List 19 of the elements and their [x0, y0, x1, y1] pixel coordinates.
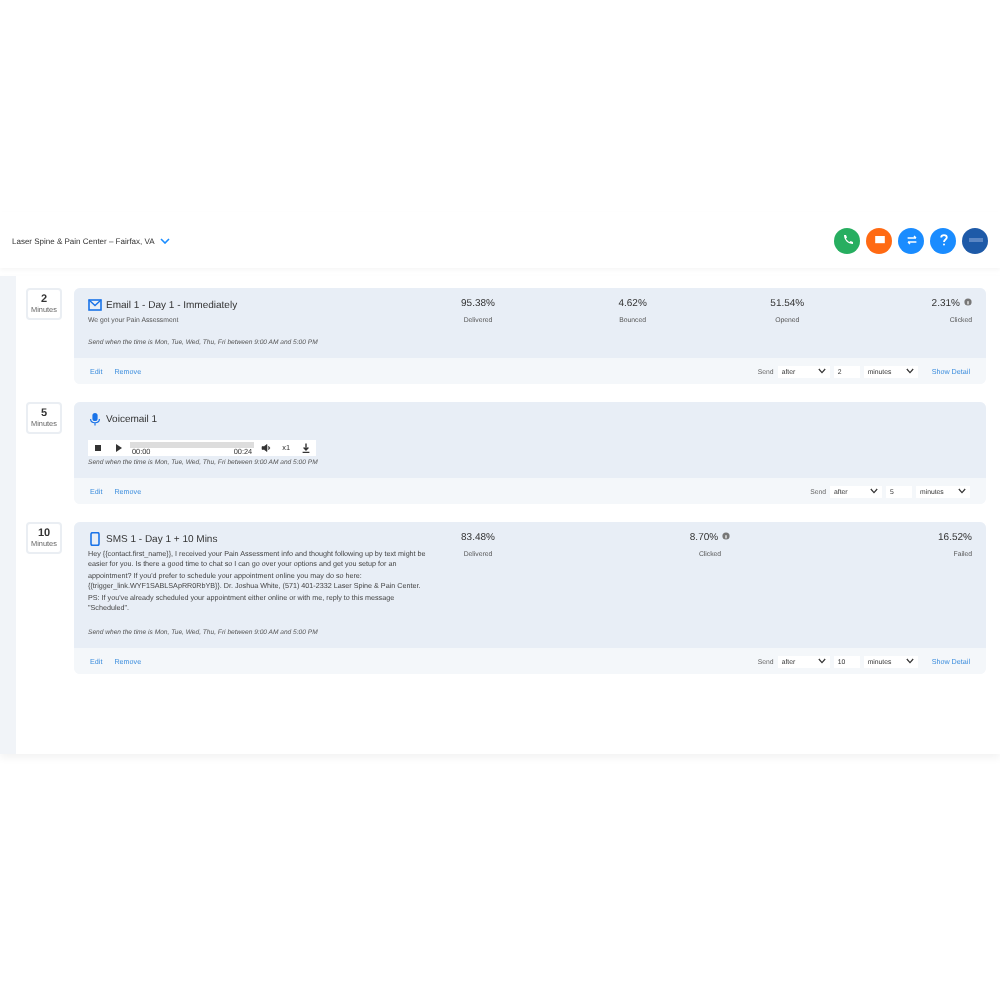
caret-icon	[905, 658, 914, 665]
caret-icon	[958, 488, 966, 494]
play-icon	[110, 440, 126, 456]
caret-icon	[870, 488, 878, 494]
phone-icon	[88, 532, 102, 546]
stop-icon	[90, 440, 106, 456]
caret-icon	[160, 237, 171, 243]
caret-icon	[817, 368, 826, 374]
message-button[interactable]	[866, 227, 892, 253]
help-button[interactable]	[930, 227, 956, 253]
download-icon	[298, 440, 314, 456]
microphone-icon	[88, 412, 102, 426]
swap-button[interactable]	[898, 227, 924, 253]
caret-icon	[817, 658, 826, 665]
avatar-button[interactable]	[962, 227, 988, 253]
email-icon	[88, 298, 102, 312]
volume-icon	[258, 440, 275, 456]
phone-button[interactable]	[834, 227, 860, 253]
caret-icon	[905, 368, 914, 374]
